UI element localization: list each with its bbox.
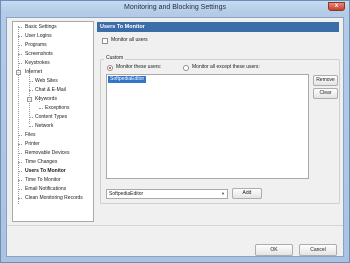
collapse-icon[interactable]: − bbox=[16, 70, 21, 75]
tree-connector bbox=[18, 198, 22, 199]
settings-window: Monitoring and Blocking Settings x Basic… bbox=[0, 0, 350, 263]
clear-button[interactable]: Clear bbox=[313, 88, 338, 99]
tree-connector bbox=[18, 26, 19, 204]
monitor-except-radio[interactable] bbox=[183, 65, 189, 71]
tree-connector bbox=[39, 108, 43, 109]
remove-button[interactable]: Remove bbox=[313, 75, 338, 86]
tree-item-users-to-monitor[interactable]: Users To Monitor bbox=[25, 168, 66, 175]
tree-item-network[interactable]: Network bbox=[35, 123, 53, 130]
panel-title: Users To Monitor bbox=[97, 22, 339, 32]
window-title: Monitoring and Blocking Settings bbox=[124, 4, 226, 11]
tree-item-chat-email[interactable]: Chat & E-Mail bbox=[35, 87, 66, 94]
client-area: Basic Settings User Logins Programs Scre… bbox=[6, 17, 344, 257]
tree-item-keywords[interactable]: Keywords bbox=[35, 96, 57, 103]
monitor-these-label[interactable]: Monitor these users: bbox=[116, 64, 161, 71]
tree-item-web-sites[interactable]: Web Sites bbox=[35, 78, 58, 85]
tree-connector bbox=[29, 126, 33, 127]
user-select-value: SoftpediaEditor bbox=[109, 191, 144, 197]
list-item[interactable]: SoftpediaEditor bbox=[108, 76, 147, 83]
tree-connector bbox=[18, 153, 22, 154]
tree-connector bbox=[18, 45, 22, 46]
chevron-down-icon[interactable]: ▼ bbox=[221, 190, 225, 198]
user-select[interactable]: SoftpediaEditor ▼ bbox=[106, 189, 228, 199]
tree-item-screenshots[interactable]: Screenshots bbox=[25, 51, 53, 58]
tree-connector bbox=[18, 135, 22, 136]
collapse-icon[interactable]: − bbox=[27, 97, 32, 102]
tree-item-time-changes[interactable]: Time Changes bbox=[25, 159, 57, 166]
title-bar[interactable]: Monitoring and Blocking Settings bbox=[1, 1, 349, 16]
tree-item-clean-monitoring-records[interactable]: Clean Monitoring Records bbox=[25, 195, 83, 202]
add-button[interactable]: Add bbox=[232, 188, 262, 199]
tree-item-user-logins[interactable]: User Logins bbox=[25, 33, 52, 40]
footer-divider bbox=[7, 225, 343, 226]
tree-item-programs[interactable]: Programs bbox=[25, 42, 47, 49]
close-icon: x bbox=[334, 3, 339, 9]
tree-item-email-notifications[interactable]: Email Notifications bbox=[25, 186, 66, 193]
tree-item-files[interactable]: Files bbox=[25, 132, 36, 139]
cancel-button[interactable]: Cancel bbox=[299, 244, 337, 256]
tree-connector bbox=[29, 81, 33, 82]
users-listbox[interactable]: SoftpediaEditor bbox=[106, 74, 309, 179]
tree-item-time-to-monitor[interactable]: Time To Monitor bbox=[25, 177, 61, 184]
tree-connector bbox=[18, 144, 22, 145]
tree-connector bbox=[18, 27, 22, 28]
monitor-all-checkbox[interactable] bbox=[102, 38, 108, 44]
tree-connector bbox=[18, 180, 22, 181]
tree-item-exceptions[interactable]: Exceptions bbox=[45, 105, 69, 112]
tree-item-content-types[interactable]: Content Types bbox=[35, 114, 67, 121]
tree-item-removable-devices[interactable]: Removable Devices bbox=[25, 150, 69, 157]
tree-item-keystrokes[interactable]: Keystrokes bbox=[25, 60, 50, 67]
tree-connector bbox=[29, 117, 33, 118]
tree-connector bbox=[29, 68, 30, 124]
tree-connector bbox=[18, 54, 22, 55]
tree-connector bbox=[18, 36, 22, 37]
monitor-all-label[interactable]: Monitor all users bbox=[111, 37, 148, 44]
tree-item-printer[interactable]: Printer bbox=[25, 141, 40, 148]
tree-connector bbox=[18, 189, 22, 190]
custom-group-label: Custom bbox=[104, 55, 126, 62]
tree-connector bbox=[18, 63, 22, 64]
monitor-these-radio[interactable] bbox=[107, 65, 113, 71]
close-button[interactable]: x bbox=[328, 2, 345, 11]
monitor-except-label[interactable]: Monitor all except these users: bbox=[192, 64, 260, 71]
tree-connector bbox=[18, 162, 22, 163]
settings-tree: Basic Settings User Logins Programs Scre… bbox=[12, 21, 94, 222]
tree-item-internet[interactable]: Internet bbox=[25, 69, 42, 76]
tree-item-basic-settings[interactable]: Basic Settings bbox=[25, 24, 57, 31]
tree-connector bbox=[29, 90, 33, 91]
ok-button[interactable]: OK bbox=[255, 244, 293, 256]
tree-connector bbox=[18, 171, 22, 172]
